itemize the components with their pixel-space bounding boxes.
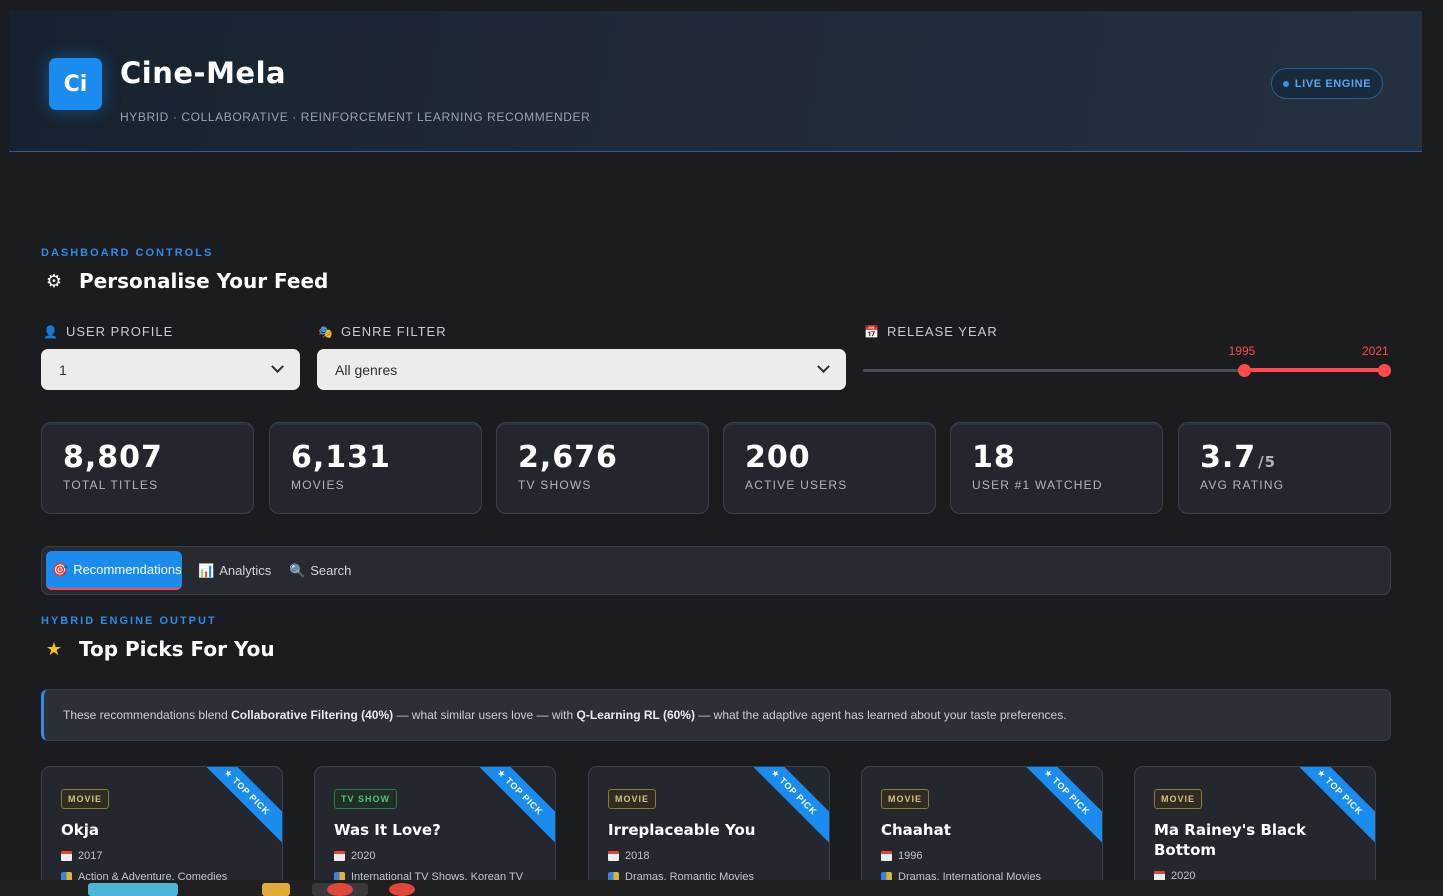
stat-label: TV SHOWS (518, 478, 592, 492)
genre-filter-label: 🎭 GENRE FILTER (318, 324, 447, 339)
status-dot-icon (1282, 80, 1289, 87)
taskbar-app-folder[interactable] (262, 883, 290, 896)
release-year-label-text: RELEASE YEAR (886, 324, 998, 339)
tab-bar: 🎯 Recommendations 📊 Analytics 🔍 Search (41, 546, 1391, 595)
recommendation-card[interactable]: ★ TOP PICK MOVIE Chaahat 1996 Dramas, Interna… (861, 766, 1103, 896)
info-rl-highlight: Q-Learning RL (60%) (576, 708, 695, 722)
tab-recommendations[interactable]: 🎯 Recommendations (46, 551, 182, 590)
type-tag: MOVIE (608, 789, 657, 809)
card-year: 2020 (334, 850, 375, 862)
genre-filter-value: All genres (335, 361, 398, 378)
output-title: ★ Top Picks For You (43, 637, 275, 661)
release-year-low-value: 1995 (1228, 344, 1256, 358)
live-engine-badge: LIVE ENGINE (1271, 68, 1383, 99)
stat-value: 3.7/5 (1200, 440, 1277, 475)
genre-filter-select[interactable]: All genres (317, 349, 846, 390)
calendar-icon (881, 851, 892, 861)
stat-card: 8,807 TOTAL TITLES (41, 422, 254, 514)
stat-label: TOTAL TITLES (63, 478, 159, 492)
target-icon: 🎯 (52, 561, 69, 577)
tab-analytics-label: Analytics (219, 563, 272, 578)
app-subtitle: HYBRID · COLLABORATIVE · REINFORCEMENT L… (120, 110, 591, 124)
calendar-icon (61, 851, 72, 861)
type-tag: TV SHOW (334, 789, 397, 809)
type-tag: MOVIE (61, 789, 110, 809)
info-cf-highlight: Collaborative Filtering (40%) (231, 708, 394, 722)
controls-title: ⚙ Personalise Your Feed (43, 269, 328, 293)
release-year-label: 📅 RELEASE YEAR (864, 324, 998, 339)
recommendation-card[interactable]: ★ TOP PICK MOVIE Ma Rainey's Black Bottom 20… (1134, 766, 1376, 896)
stat-value: 200 (745, 440, 811, 475)
release-year-slider-range (1243, 368, 1385, 372)
theater-masks-icon: 🎭 (318, 324, 334, 339)
stat-value: 2,676 (518, 440, 618, 475)
stat-card: 200 ACTIVE USERS (723, 422, 936, 514)
tab-analytics[interactable]: 📊 Analytics (192, 551, 277, 590)
taskbar-app-browser[interactable] (327, 883, 353, 896)
card-year: 2018 (608, 850, 649, 862)
star-icon: ★ (45, 638, 63, 660)
stat-card: 2,676 TV SHOWS (496, 422, 709, 514)
gear-icon: ⚙ (45, 270, 63, 292)
recommendation-card[interactable]: ★ TOP PICK MOVIE Irreplaceable You 2018 Drama… (588, 766, 830, 896)
calendar-icon: 📅 (864, 324, 880, 339)
user-profile-label: 👤 USER PROFILE (43, 324, 173, 339)
user-profile-value: 1 (59, 361, 67, 378)
magnifier-icon: 🔍 (289, 562, 306, 578)
live-engine-label: LIVE ENGINE (1294, 77, 1372, 90)
stat-label: ACTIVE USERS (745, 478, 848, 492)
card-title: Ma Rainey's Black Bottom (1154, 821, 1307, 859)
stat-card: 6,131 MOVIES (269, 422, 482, 514)
card-title: Irreplaceable You (608, 821, 756, 839)
recommendation-card[interactable]: ★ TOP PICK TV SHOW Was It Love? 2020 Internat… (314, 766, 556, 896)
stat-suffix: /5 (1258, 453, 1277, 471)
tab-recommendations-label: Recommendations (73, 562, 182, 577)
release-year-handle-low[interactable] (1237, 364, 1251, 377)
stat-value: 18 (972, 440, 1016, 475)
card-title: Was It Love? (334, 821, 441, 839)
recommendation-card[interactable]: ★ TOP PICK MOVIE Okja 2017 Action & Adventure… (41, 766, 283, 896)
info-text: These recommendations blend Collaborativ… (63, 708, 1067, 722)
card-year: 2017 (61, 850, 102, 862)
calendar-icon (608, 851, 619, 861)
stat-value: 8,807 (63, 440, 163, 475)
user-profile-label-text: USER PROFILE (65, 324, 174, 339)
chevron-down-icon (271, 360, 284, 374)
stat-label: AVG RATING (1200, 478, 1285, 492)
os-taskbar (0, 880, 1443, 896)
stat-label: USER #1 WATCHED (972, 478, 1103, 492)
stat-card: 18 USER #1 WATCHED (950, 422, 1163, 514)
app-title: Cine-Mela (120, 56, 287, 90)
app-logo: Ci (49, 58, 102, 110)
genre-filter-label-text: GENRE FILTER (340, 324, 447, 339)
output-eyebrow: HYBRID ENGINE OUTPUT (41, 615, 217, 627)
calendar-icon (334, 851, 345, 861)
tab-search[interactable]: 🔍 Search (283, 551, 357, 590)
user-profile-select[interactable]: 1 (41, 349, 300, 390)
controls-title-text: Personalise Your Feed (79, 269, 329, 293)
chevron-down-icon (817, 360, 830, 374)
card-title: Chaahat (881, 821, 951, 839)
stat-card: 3.7/5 AVG RATING (1178, 422, 1391, 514)
controls-eyebrow: DASHBOARD CONTROLS (41, 247, 214, 259)
user-icon: 👤 (43, 324, 59, 339)
release-year-high-value: 2021 (1362, 344, 1389, 358)
release-year-handle-high[interactable] (1378, 364, 1391, 377)
card-title: Okja (61, 821, 99, 839)
stat-value: 6,131 (291, 440, 391, 475)
bar-chart-icon: 📊 (198, 562, 215, 578)
type-tag: MOVIE (1154, 789, 1203, 809)
taskbar-app-red[interactable] (389, 883, 415, 896)
output-title-text: Top Picks For You (79, 637, 275, 661)
card-year: 1996 (881, 850, 922, 862)
app-header: Ci Cine-Mela HYBRID · COLLABORATIVE · RE… (9, 11, 1422, 152)
taskbar-app-weather[interactable] (88, 883, 178, 896)
tab-search-label: Search (310, 563, 352, 578)
stat-label: MOVIES (291, 478, 345, 492)
info-box: These recommendations blend Collaborativ… (41, 689, 1391, 741)
type-tag: MOVIE (881, 789, 930, 809)
